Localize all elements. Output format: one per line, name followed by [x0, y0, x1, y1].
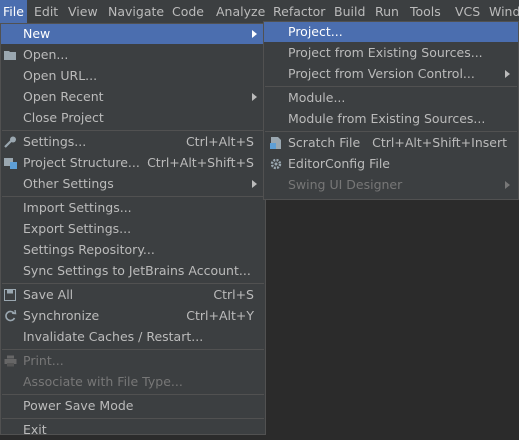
separator	[265, 131, 517, 132]
refresh-icon	[5, 310, 17, 322]
file-menu: New Open... Open URL... Open Recent Clos…	[0, 23, 266, 437]
menu-navigate[interactable]: Navigate	[105, 0, 167, 23]
separator	[2, 349, 264, 350]
menu-item-settings-label: Settings...	[23, 134, 87, 149]
menu-item-save-all-label: Save All	[23, 287, 74, 302]
menu-item-new[interactable]: New	[1, 24, 265, 44]
menu-item-project-structure[interactable]: Project Structure... Ctrl+Alt+Shift+S	[1, 153, 265, 173]
scratch-file-icon	[270, 137, 281, 149]
submenu-item-editorconfig-file-label: EditorConfig File	[288, 156, 390, 171]
menu-item-settings-repository[interactable]: Settings Repository...	[1, 240, 265, 260]
menu-refactor[interactable]: Refactor	[270, 0, 328, 23]
submenu-item-project-existing-label: Project from Existing Sources...	[288, 45, 483, 60]
menu-view[interactable]: View	[65, 0, 101, 23]
submenu-arrow-icon	[505, 70, 510, 78]
new-submenu: Project... Project from Existing Sources…	[263, 21, 519, 200]
shortcut-scratch-file: Ctrl+Alt+Shift+Insert	[372, 135, 507, 150]
menu-item-print-label: Print...	[23, 353, 64, 368]
submenu-arrow-icon	[505, 181, 510, 189]
menu-item-associate-file-type[interactable]: Associate with File Type...	[1, 372, 265, 392]
submenu-arrow-icon	[252, 93, 257, 101]
submenu-item-project-vcs-label: Project from Version Control...	[288, 66, 475, 81]
submenu-item-scratch-file[interactable]: Scratch File Ctrl+Alt+Shift+Insert	[264, 133, 518, 153]
submenu-item-project-vcs[interactable]: Project from Version Control...	[264, 64, 518, 84]
submenu-item-project-label: Project...	[288, 24, 343, 39]
menu-item-close-project-label: Close Project	[23, 110, 104, 125]
menu-window[interactable]: Wind	[486, 0, 519, 23]
project-structure-icon	[4, 158, 17, 169]
menu-item-export-settings[interactable]: Export Settings...	[1, 219, 265, 239]
menu-item-power-save-mode-label: Power Save Mode	[23, 398, 134, 413]
menu-item-import-settings[interactable]: Import Settings...	[1, 198, 265, 218]
submenu-item-project-existing[interactable]: Project from Existing Sources...	[264, 43, 518, 63]
submenu-item-swing-ui-designer-label: Swing UI Designer	[288, 177, 403, 192]
editor-area	[266, 200, 519, 435]
menu-item-open-recent[interactable]: Open Recent	[1, 87, 265, 107]
menu-item-open-label: Open...	[23, 47, 69, 62]
menu-tools[interactable]: Tools	[407, 0, 444, 23]
menu-item-export-settings-label: Export Settings...	[23, 221, 132, 236]
separator	[2, 283, 264, 284]
menu-item-open-url[interactable]: Open URL...	[1, 66, 265, 86]
separator	[2, 394, 264, 395]
separator	[2, 196, 264, 197]
separator	[265, 86, 517, 87]
menu-item-new-label: New	[23, 26, 51, 41]
menu-item-sync-settings[interactable]: Sync Settings to JetBrains Account...	[1, 261, 265, 281]
menu-file[interactable]: File	[0, 0, 27, 23]
shortcut-synchronize: Ctrl+Alt+Y	[186, 308, 254, 323]
menu-item-exit[interactable]: Exit	[1, 420, 265, 440]
submenu-item-swing-ui-designer[interactable]: Swing UI Designer	[264, 175, 518, 195]
menu-item-associate-file-type-label: Associate with File Type...	[23, 374, 183, 389]
menu-item-project-structure-label: Project Structure...	[23, 155, 140, 170]
menu-edit[interactable]: Edit	[31, 0, 61, 23]
save-icon	[4, 289, 16, 301]
menu-item-invalidate-caches-label: Invalidate Caches / Restart...	[23, 329, 204, 344]
shortcut-save-all: Ctrl+S	[213, 287, 254, 302]
menu-item-other-settings[interactable]: Other Settings	[1, 174, 265, 194]
submenu-item-module-label: Module...	[288, 90, 346, 105]
menu-code[interactable]: Code	[169, 0, 207, 23]
submenu-item-module-existing-label: Module from Existing Sources...	[288, 111, 486, 126]
menu-item-invalidate-caches[interactable]: Invalidate Caches / Restart...	[1, 327, 265, 347]
menu-item-sync-settings-label: Sync Settings to JetBrains Account...	[23, 263, 251, 278]
submenu-item-project[interactable]: Project...	[264, 22, 518, 42]
menu-item-import-settings-label: Import Settings...	[23, 200, 132, 215]
menu-run[interactable]: Run	[372, 0, 402, 23]
gear-icon	[270, 158, 282, 170]
submenu-item-module[interactable]: Module...	[264, 88, 518, 108]
menu-build[interactable]: Build	[331, 0, 368, 23]
menu-item-synchronize-label: Synchronize	[23, 308, 100, 323]
menu-item-exit-label: Exit	[23, 422, 47, 437]
menu-analyze[interactable]: Analyze	[213, 0, 268, 23]
submenu-item-editorconfig-file[interactable]: EditorConfig File	[264, 154, 518, 174]
menu-item-close-project[interactable]: Close Project	[1, 108, 265, 128]
submenu-arrow-icon	[252, 180, 257, 188]
menu-item-open[interactable]: Open...	[1, 45, 265, 65]
folder-icon	[4, 51, 16, 60]
submenu-item-scratch-file-label: Scratch File	[288, 135, 361, 150]
menu-vcs[interactable]: VCS	[452, 0, 483, 23]
menu-item-power-save-mode[interactable]: Power Save Mode	[1, 396, 265, 416]
menu-item-open-url-label: Open URL...	[23, 68, 98, 83]
menu-item-save-all[interactable]: Save All Ctrl+S	[1, 285, 265, 305]
printer-icon	[4, 355, 17, 367]
separator	[2, 418, 264, 419]
shortcut-project-structure: Ctrl+Alt+Shift+S	[147, 155, 254, 170]
shortcut-settings: Ctrl+Alt+S	[185, 134, 254, 149]
menu-item-synchronize[interactable]: Synchronize Ctrl+Alt+Y	[1, 306, 265, 326]
menu-item-settings-repository-label: Settings Repository...	[23, 242, 155, 257]
menu-item-settings[interactable]: Settings... Ctrl+Alt+S	[1, 132, 265, 152]
wrench-icon	[4, 136, 16, 148]
submenu-item-module-existing[interactable]: Module from Existing Sources...	[264, 109, 518, 129]
menu-item-open-recent-label: Open Recent	[23, 89, 104, 104]
separator	[2, 130, 264, 131]
menu-item-other-settings-label: Other Settings	[23, 176, 114, 191]
submenu-arrow-icon	[252, 30, 257, 38]
menu-item-print[interactable]: Print...	[1, 351, 265, 371]
